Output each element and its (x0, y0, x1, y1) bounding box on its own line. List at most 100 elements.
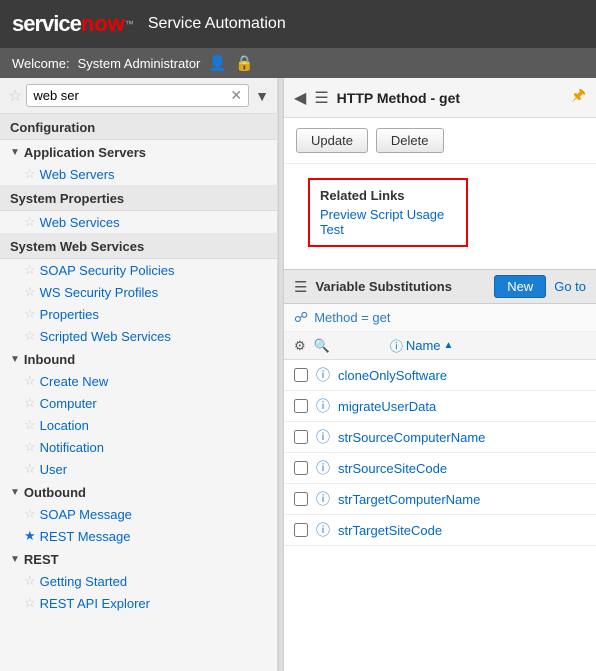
new-variable-button[interactable]: New (494, 275, 546, 298)
content-header: ◀ ☰ HTTP Method - get 🖈 (284, 78, 596, 118)
name-column-header[interactable]: ⓘ Name ▲ (390, 336, 586, 355)
row-checkbox[interactable] (294, 492, 308, 506)
nav-group-inbound[interactable]: ▼ Inbound (0, 347, 277, 370)
search-input[interactable] (33, 88, 230, 103)
back-icon[interactable]: ◀ (294, 88, 306, 108)
var-section-header: ☰ Variable Substitutions New Go to (284, 269, 596, 304)
nav-item-rest-api-explorer[interactable]: ☆ REST API Explorer (0, 592, 277, 614)
table-gear-icon[interactable]: ⚙ (294, 338, 306, 354)
nav-section-system-web-services: System Web Services (0, 233, 277, 259)
related-links-box: Related Links Preview Script Usage Test (308, 178, 468, 247)
row-info-icon[interactable]: ⓘ (316, 365, 330, 385)
row-checkbox[interactable] (294, 368, 308, 382)
collapse-arrow-icon: ▼ (10, 487, 20, 498)
nav-item-rest-message[interactable]: ★ REST Message (0, 525, 277, 547)
table-row: ⓘ strTargetSiteCode (284, 515, 596, 546)
action-bar: Update Delete (284, 118, 596, 164)
nav-item-user[interactable]: ☆ User (0, 458, 277, 480)
filter-icon[interactable]: ☍ (294, 309, 308, 326)
welcome-bar: Welcome: System Administrator 👤 🔒 (0, 48, 596, 78)
star-icon[interactable]: ☆ (24, 417, 36, 433)
nav-item-notification[interactable]: ☆ Notification (0, 436, 277, 458)
star-icon[interactable]: ★ (24, 528, 36, 544)
row-name-link[interactable]: strTargetSiteCode (338, 523, 442, 538)
star-icon[interactable]: ☆ (24, 328, 36, 344)
nav-group-application-servers[interactable]: ▼ Application Servers (0, 140, 277, 163)
nav-item-web-servers[interactable]: ☆ Web Servers (0, 163, 277, 185)
name-col-label: Name (406, 338, 441, 353)
star-icon[interactable]: ☆ (24, 595, 36, 611)
delete-button[interactable]: Delete (376, 128, 444, 153)
related-link-test[interactable]: Test (320, 222, 456, 237)
sort-asc-icon: ▲ (444, 340, 454, 351)
row-checkbox[interactable] (294, 523, 308, 537)
row-name-link[interactable]: strSourceSiteCode (338, 461, 447, 476)
row-info-icon[interactable]: ⓘ (316, 520, 330, 540)
star-icon[interactable]: ☆ (24, 506, 36, 522)
star-icon[interactable]: ☆ (24, 439, 36, 455)
row-info-icon[interactable]: ⓘ (316, 396, 330, 416)
logo-now: now (81, 11, 125, 37)
clear-search-icon[interactable]: ✕ (230, 87, 242, 104)
row-info-icon[interactable]: ⓘ (316, 458, 330, 478)
nav-container: Configuration▼ Application Servers☆ Web … (0, 114, 277, 614)
nav-item-soap-security-policies[interactable]: ☆ SOAP Security Policies (0, 259, 277, 281)
user-icon[interactable]: 👤 (208, 54, 227, 72)
app-header: servicenow™ Service Automation (0, 0, 596, 48)
table-row: ⓘ strSourceSiteCode (284, 453, 596, 484)
row-name-link[interactable]: migrateUserData (338, 399, 436, 414)
nav-item-location[interactable]: ☆ Location (0, 414, 277, 436)
row-checkbox[interactable] (294, 430, 308, 444)
var-section-menu-icon[interactable]: ☰ (294, 278, 307, 296)
main-layout: ☆ ✕ ▼ Configuration▼ Application Servers… (0, 78, 596, 671)
update-button[interactable]: Update (296, 128, 368, 153)
lock-icon[interactable]: 🔒 (235, 54, 254, 72)
nav-item-soap-message[interactable]: ☆ SOAP Message (0, 503, 277, 525)
nav-item-ws-security-profiles[interactable]: ☆ WS Security Profiles (0, 281, 277, 303)
sidebar: ☆ ✕ ▼ Configuration▼ Application Servers… (0, 78, 278, 671)
row-name-link[interactable]: strSourceComputerName (338, 430, 485, 445)
search-dropdown-icon[interactable]: ▼ (255, 88, 269, 104)
app-title: Service Automation (148, 15, 286, 33)
related-link-preview-script[interactable]: Preview Script Usage (320, 207, 456, 222)
row-name-link[interactable]: cloneOnlySoftware (338, 368, 447, 383)
star-icon[interactable]: ☆ (24, 166, 36, 182)
nav-item-scripted-web-services[interactable]: ☆ Scripted Web Services (0, 325, 277, 347)
attachment-icon[interactable]: 🖈 (571, 84, 586, 111)
row-checkbox[interactable] (294, 461, 308, 475)
star-icon[interactable]: ☆ (24, 373, 36, 389)
collapse-arrow-icon: ▼ (10, 554, 20, 565)
nav-item-properties[interactable]: ☆ Properties (0, 303, 277, 325)
star-icon[interactable]: ☆ (24, 306, 36, 322)
table-search-icon[interactable]: 🔍 (314, 338, 330, 354)
nav-item-create-new[interactable]: ☆ Create New (0, 370, 277, 392)
table-row: ⓘ cloneOnlySoftware (284, 360, 596, 391)
row-name-link[interactable]: strTargetComputerName (338, 492, 480, 507)
menu-icon[interactable]: ☰ (314, 88, 328, 108)
table-row: ⓘ migrateUserData (284, 391, 596, 422)
nav-group-rest[interactable]: ▼ REST (0, 547, 277, 570)
logo-service: service (12, 11, 81, 37)
search-input-wrap: ✕ (26, 84, 249, 107)
table-toolbar: ⚙ 🔍 ⓘ Name ▲ (284, 332, 596, 360)
nav-item-getting-started[interactable]: ☆ Getting Started (0, 570, 277, 592)
variable-substitutions-section: ☰ Variable Substitutions New Go to ☍ Met… (284, 269, 596, 546)
star-icon[interactable]: ☆ (24, 284, 36, 300)
nav-item-computer[interactable]: ☆ Computer (0, 392, 277, 414)
row-checkbox[interactable] (294, 399, 308, 413)
row-info-icon[interactable]: ⓘ (316, 489, 330, 509)
star-icon[interactable]: ☆ (24, 214, 36, 230)
var-section-title: Variable Substitutions (315, 279, 486, 294)
star-icon[interactable]: ☆ (24, 395, 36, 411)
welcome-label: Welcome: (12, 56, 70, 71)
goto-button[interactable]: Go to (554, 279, 586, 294)
nav-group-outbound[interactable]: ▼ Outbound (0, 480, 277, 503)
record-title: HTTP Method - get (337, 90, 564, 106)
favorite-icon[interactable]: ☆ (8, 86, 22, 106)
nav-item-web-services[interactable]: ☆ Web Services (0, 211, 277, 233)
row-info-icon[interactable]: ⓘ (316, 427, 330, 447)
name-col-info-icon[interactable]: ⓘ (390, 336, 403, 355)
star-icon[interactable]: ☆ (24, 262, 36, 278)
star-icon[interactable]: ☆ (24, 573, 36, 589)
star-icon[interactable]: ☆ (24, 461, 36, 477)
